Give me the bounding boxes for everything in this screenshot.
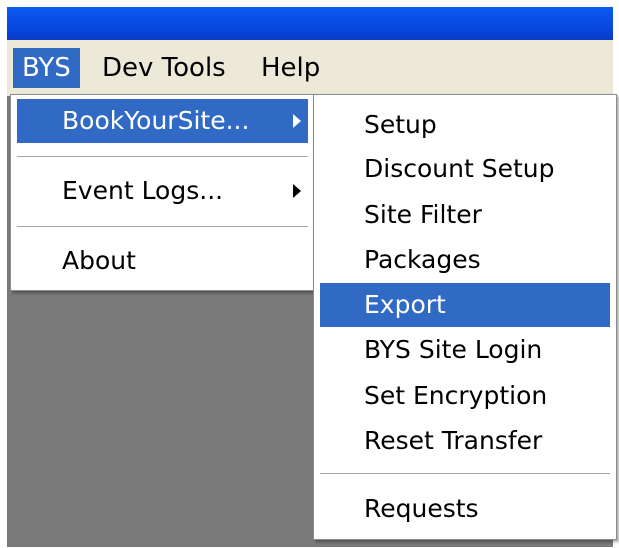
menu-bys[interactable]: BYS [13,48,80,88]
menu-help[interactable]: Help [252,48,329,88]
menu-item-label: Event Logs... [62,176,224,205]
submenu-item-reset-transfer[interactable]: Reset Transfer [320,419,610,463]
submenu-item-packages[interactable]: Packages [320,238,610,282]
bys-dropdown-menu: BookYourSite... Event Logs... About [10,94,316,291]
menu-dev-tools[interactable]: Dev Tools [93,48,235,88]
submenu-item-requests[interactable]: Requests [320,487,610,531]
menu-item-event-logs[interactable]: Event Logs... [17,169,308,213]
submenu-item-discount-setup[interactable]: Discount Setup [320,147,610,191]
submenu-item-bys-site-login[interactable]: BYS Site Login [320,328,610,372]
menu-item-bookyoursite[interactable]: BookYourSite... [17,99,308,143]
menu-item-about[interactable]: About [17,239,308,283]
submenu-item-site-filter[interactable]: Site Filter [320,193,610,237]
menu-separator [320,473,610,475]
title-bar [7,7,613,40]
submenu-item-export[interactable]: Export [320,283,610,327]
menu-separator [17,156,308,158]
menu-item-label: BookYourSite... [62,106,250,135]
submenu-item-set-encryption[interactable]: Set Encryption [320,374,610,418]
menu-item-label: About [62,246,136,275]
submenu-arrow-icon [293,114,301,128]
submenu-arrow-icon [293,184,301,198]
menu-bar: BYS Dev Tools Help [7,40,613,96]
bookyoursite-submenu: Setup Discount Setup Site Filter Package… [313,94,617,540]
menu-separator [17,226,308,228]
submenu-item-setup[interactable]: Setup [320,103,610,147]
